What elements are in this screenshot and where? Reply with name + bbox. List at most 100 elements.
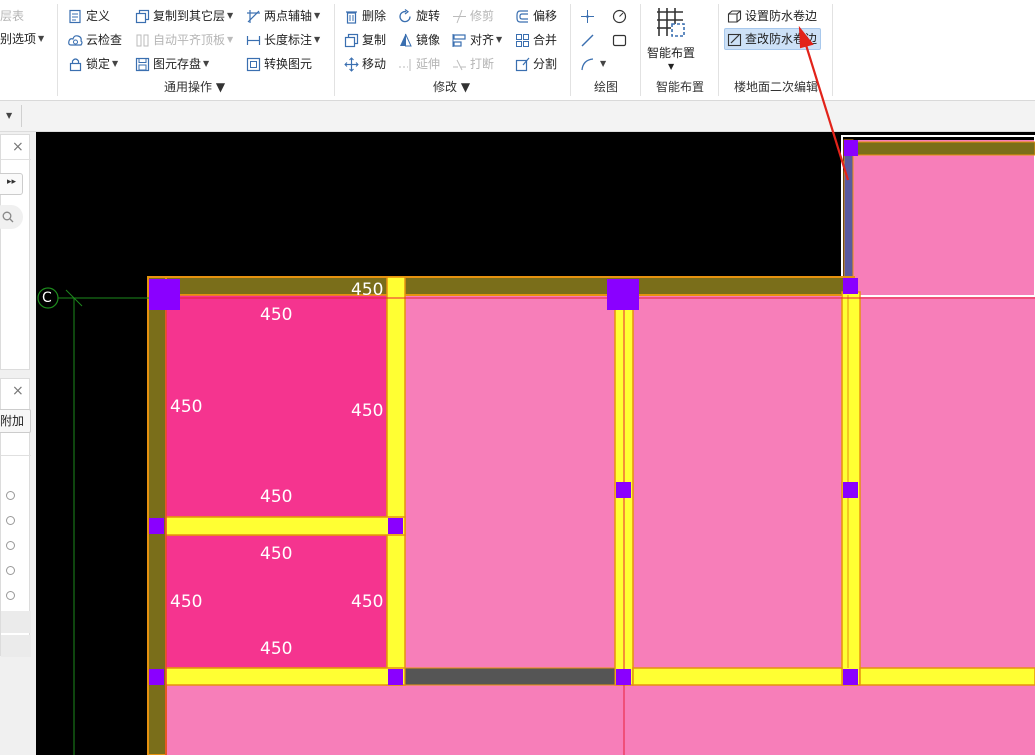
chevron-down-icon: ▼: [215, 80, 226, 94]
chevron-down-icon: ▼: [112, 59, 119, 68]
general-ops-group-label[interactable]: 通用操作 ▼: [164, 79, 225, 95]
radio-option[interactable]: [6, 591, 15, 600]
column[interactable]: [616, 669, 631, 685]
radio-option[interactable]: [6, 541, 15, 550]
column[interactable]: [388, 518, 403, 534]
chevron-down-icon: ▼: [227, 35, 234, 44]
wall-bottom-right[interactable]: [859, 667, 1035, 686]
auto-flush-top-button[interactable]: 自动平齐顶板 ▼: [135, 30, 233, 50]
draw-rect-button[interactable]: [612, 30, 630, 50]
column[interactable]: [843, 669, 858, 685]
split-button[interactable]: 分割: [515, 54, 557, 74]
group-separator: [334, 4, 335, 96]
column[interactable]: [149, 279, 180, 310]
merge-icon: [515, 33, 530, 48]
close-icon[interactable]: ×: [12, 383, 24, 399]
modify-group-label[interactable]: 修改 ▼: [433, 79, 470, 95]
copy-button[interactable]: 复制: [344, 30, 386, 50]
column[interactable]: [843, 278, 858, 294]
draw-line-button[interactable]: [580, 30, 598, 50]
chevron-down-icon: ▼: [314, 35, 321, 44]
pane-divider: [1, 159, 31, 160]
convert-element-button[interactable]: 转换图元: [246, 54, 312, 74]
wall-bottom-left[interactable]: [165, 667, 406, 686]
draw-arc-button[interactable]: ▼: [580, 54, 606, 74]
wall-horizontal-mid[interactable]: [165, 516, 406, 536]
beam-upper[interactable]: [853, 141, 1035, 156]
trim-button[interactable]: 修剪: [452, 6, 494, 26]
set-waterproof-edge-label: 设置防水卷边: [745, 9, 818, 23]
rotate-button[interactable]: 旋转: [398, 6, 440, 26]
align-button[interactable]: 对齐 ▼: [452, 30, 502, 50]
define-icon: [68, 9, 83, 24]
column[interactable]: [844, 140, 858, 156]
trim-icon: [452, 9, 467, 24]
column[interactable]: [149, 518, 164, 534]
draw-circle-button[interactable]: [612, 6, 630, 26]
smart-layout-button[interactable]: 智能布置 ▼: [646, 4, 696, 74]
radio-option[interactable]: [6, 566, 15, 575]
group-separator: [832, 4, 833, 96]
mirror-icon: [398, 33, 413, 48]
break-button[interactable]: 打断: [452, 54, 494, 74]
search-input[interactable]: [0, 205, 23, 229]
mirror-button[interactable]: 镜像: [398, 30, 440, 50]
column[interactable]: [388, 669, 403, 685]
cloud-check-button[interactable]: 云检查: [68, 30, 122, 50]
recognize-options-button[interactable]: 别选项 ▼: [0, 29, 44, 49]
crosshair-icon: [580, 9, 595, 24]
expand-button[interactable]: ▸▸: [0, 173, 23, 195]
edit-waterproof-edge-button[interactable]: 查改防水卷边: [724, 28, 822, 50]
list-item[interactable]: [1, 635, 31, 657]
left-panel: × ▸▸ × 附加 ‹: [0, 132, 52, 755]
floor-plan-drawing: [37, 135, 1035, 755]
radio-option[interactable]: [6, 491, 15, 500]
extend-button[interactable]: 延伸: [398, 54, 440, 74]
list-item[interactable]: [1, 611, 31, 633]
set-waterproof-edge-button[interactable]: 设置防水卷边: [727, 6, 817, 26]
lock-button[interactable]: 锁定 ▼: [68, 54, 118, 74]
modify-label-text: 修改: [433, 80, 458, 94]
wall-upper-left[interactable]: [843, 139, 854, 297]
layer-table-button[interactable]: 层表: [0, 6, 24, 26]
dimension-label: 450: [351, 401, 384, 421]
offset-button[interactable]: 偏移: [515, 6, 557, 26]
length-dimension-icon: [246, 33, 261, 48]
circle-icon: [612, 9, 627, 24]
pane-divider: [1, 455, 31, 456]
dimension-label: 450: [260, 639, 293, 659]
edit-waterproof-edge-label: 查改防水卷边: [745, 32, 818, 46]
column[interactable]: [149, 669, 164, 685]
length-dimension-button[interactable]: 长度标注 ▼: [246, 30, 320, 50]
drawing-canvas[interactable]: C 450 450 450 450 450 450 450 450 450: [36, 132, 1035, 755]
define-button[interactable]: 定义: [68, 6, 110, 26]
break-label: 打断: [470, 57, 495, 71]
top-beam[interactable]: [147, 276, 855, 296]
wall-vertical-1[interactable]: [386, 276, 406, 686]
copy-to-other-layer-button[interactable]: 复制到其它层 ▼: [135, 6, 233, 26]
convert-element-label: 转换图元: [264, 57, 313, 71]
chevron-down-icon: ▼: [227, 11, 234, 20]
save-element-button[interactable]: 图元存盘 ▼: [135, 54, 209, 74]
two-point-axis-button[interactable]: 两点辅轴 ▼: [246, 6, 320, 26]
wall-bottom-mid[interactable]: [632, 667, 843, 686]
column[interactable]: [607, 279, 639, 310]
attach-tab[interactable]: 附加: [0, 409, 31, 433]
extend-label: 延伸: [416, 57, 441, 71]
merge-button[interactable]: 合并: [515, 30, 557, 50]
close-icon[interactable]: ×: [12, 139, 24, 155]
chevron-down-icon[interactable]: ▼: [6, 111, 12, 120]
move-button[interactable]: 移动: [344, 54, 386, 74]
rotate-label: 旋转: [416, 9, 441, 23]
radio-option[interactable]: [6, 516, 15, 525]
align-label: 对齐: [470, 33, 495, 47]
opening-bottom[interactable]: [404, 667, 616, 686]
dimension-label: 450: [170, 397, 203, 417]
draw-point-button[interactable]: [580, 6, 598, 26]
delete-button[interactable]: 删除: [344, 6, 386, 26]
break-icon: [452, 57, 467, 72]
floor-slab-upper[interactable]: [844, 140, 1035, 300]
column[interactable]: [843, 482, 858, 498]
column[interactable]: [616, 482, 631, 498]
toolbar-strip: ▼: [0, 101, 1035, 132]
